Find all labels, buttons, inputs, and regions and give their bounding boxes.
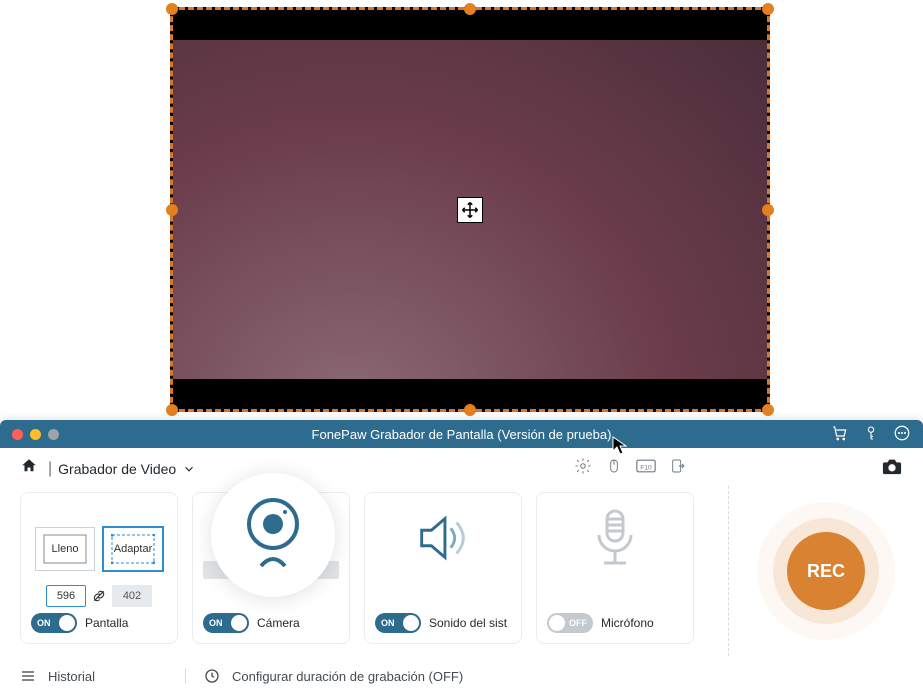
toggle-off-text: OFF [569,618,587,628]
resize-handle[interactable] [762,404,774,416]
resize-handle[interactable] [464,404,476,416]
webcam-icon[interactable] [211,473,335,597]
system-sound-label: Sonido del sist [429,616,507,630]
capture-region[interactable] [170,7,770,412]
mouse-icon[interactable] [606,457,622,480]
toggle-on-text: ON [381,618,395,628]
close-window-button[interactable] [12,429,23,440]
move-icon[interactable] [457,197,483,223]
home-icon[interactable] [20,457,38,480]
resize-handle[interactable] [464,3,476,15]
screen-panel: Lleno Adaptar 402 ON Pantalla [20,492,178,644]
resize-handle[interactable] [166,3,178,15]
microphone-panel: OFF Micrófono [536,492,694,644]
chevron-down-icon [182,462,196,476]
hotkey-icon[interactable]: F10 [636,458,656,479]
duration-config-link[interactable]: Configurar duración de grabación (OFF) [232,669,463,684]
svg-text:F10: F10 [640,464,652,471]
export-icon[interactable] [670,457,686,480]
breadcrumb[interactable]: Grabador de Video [58,461,196,477]
clock-icon[interactable] [204,668,220,684]
resize-handle[interactable] [166,204,178,216]
divider [185,668,186,684]
window-title: FonePaw Grabador de Pantalla (Versión de… [0,427,923,442]
camera-toggle[interactable]: ON [203,613,249,633]
microphone-icon[interactable] [590,507,640,580]
resize-handle[interactable] [166,404,178,416]
system-sound-panel: ON Sonido del sist [364,492,522,644]
app-window: FonePaw Grabador de Pantalla (Versión de… [0,420,923,699]
titlebar: FonePaw Grabador de Pantalla (Versión de… [0,420,923,448]
resize-handle[interactable] [762,3,774,15]
screen-toggle[interactable]: ON [31,613,77,633]
toggle-on-text: ON [37,618,51,628]
camera-panel: ON Cámera [192,492,350,644]
gear-icon[interactable] [574,457,592,480]
microphone-label: Micrófono [601,616,654,630]
record-button[interactable]: REC [787,532,865,610]
link-dimensions-icon[interactable] [92,589,106,603]
history-icon[interactable] [20,669,36,683]
rec-side: REC [728,486,923,656]
key-icon[interactable] [863,424,879,445]
width-input[interactable] [46,585,86,607]
minimize-window-button[interactable] [30,429,41,440]
breadcrumb-label: Grabador de Video [58,461,176,477]
maximize-window-button[interactable] [48,429,59,440]
adapt-size-button[interactable]: Adaptar [103,527,163,571]
microphone-toggle[interactable]: OFF [547,613,593,633]
camera-label: Cámera [257,616,300,630]
speaker-icon[interactable] [412,507,474,574]
height-display[interactable]: 402 [112,585,152,607]
cart-icon[interactable] [831,424,849,445]
screen-label: Pantalla [85,616,128,630]
toggle-on-text: ON [209,618,223,628]
system-sound-toggle[interactable]: ON [375,613,421,633]
chat-icon[interactable] [893,424,911,445]
snapshot-icon[interactable] [881,456,903,481]
record-button-label: REC [807,561,845,582]
full-size-button[interactable]: Lleno [35,527,95,571]
divider: | [48,460,52,478]
resize-handle[interactable] [762,204,774,216]
history-link[interactable]: Historial [48,669,95,684]
